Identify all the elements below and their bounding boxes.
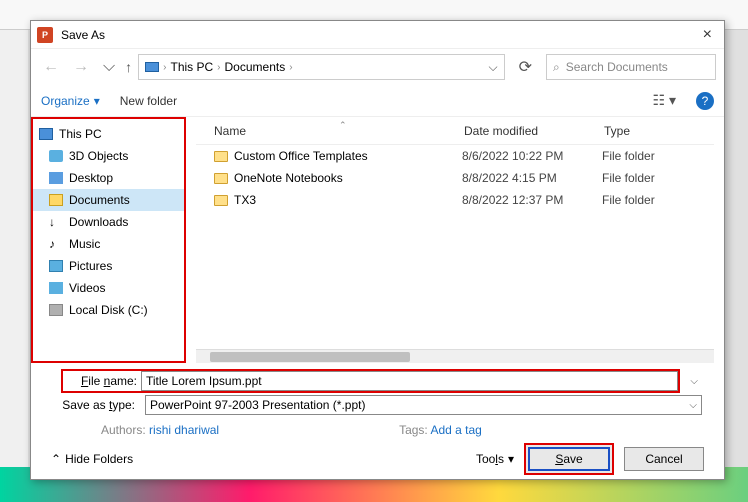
sidebar-item-label: Music [69,237,100,251]
address-bar[interactable]: › This PC › Documents › ⌵ [138,54,504,80]
authors-label: Authors: [101,423,146,437]
caret-down-icon: ⌵ [689,400,697,411]
sidebar-item-downloads[interactable]: ↓ Downloads [33,211,184,233]
cancel-button[interactable]: Cancel [624,447,704,471]
tags-label: Tags: [399,423,428,437]
footer: ⌃ Hide Folders Tools ▾ Save Cancel [31,439,724,479]
folder-icon [214,195,228,206]
file-name-input[interactable]: Title Lorem Ipsum.ppt [141,371,678,391]
organize-button[interactable]: Organize ▾ [41,94,100,108]
file-row[interactable]: TX38/8/2022 12:37 PMFile folder [196,189,714,211]
form-area: File name: Title Lorem Ipsum.ppt ⌵ Save … [31,363,724,439]
save-as-dialog: P Save As × ← → ⌵ ↑ › This PC › Document… [30,20,725,480]
titlebar: P Save As × [31,21,724,49]
sidebar-item-label: Pictures [69,259,112,273]
file-list: Name⌃ Date modified Type Custom Office T… [186,117,724,363]
nav-row: ← → ⌵ ↑ › This PC › Documents › ⌵ ⟳ ⌕ Se… [31,49,724,85]
authors-value[interactable]: rishi dhariwal [149,423,219,437]
folder-icon [214,173,228,184]
tools-button[interactable]: Tools ▾ [476,452,514,466]
file-row[interactable]: OneNote Notebooks8/8/2022 4:15 PMFile fo… [196,167,714,189]
file-name: Custom Office Templates [234,149,462,163]
sidebar-item-pictures[interactable]: Pictures [33,255,184,277]
file-row[interactable]: Custom Office Templates8/6/2022 10:22 PM… [196,145,714,167]
tags-value[interactable]: Add a tag [430,423,481,437]
column-headers: Name⌃ Date modified Type [196,117,714,145]
sidebar-item-label: Downloads [69,215,128,229]
refresh-button[interactable]: ⟳ [511,53,540,81]
sidebar-item-label: Local Disk (C:) [69,303,148,317]
col-type[interactable]: Type [604,124,714,138]
file-date: 8/6/2022 10:22 PM [462,149,602,163]
up-button[interactable]: ↑ [125,59,132,75]
sidebar-item-label: Desktop [69,171,113,185]
toolbar: Organize ▾ New folder ☷ ▾ ? [31,85,724,117]
new-folder-button[interactable]: New folder [120,94,177,108]
caret-down-icon: ▾ [508,452,514,466]
view-button[interactable]: ☷ ▾ [653,92,676,109]
close-icon[interactable]: × [697,26,718,44]
file-type: File folder [602,149,714,163]
chevron-right-icon[interactable]: › [163,62,166,73]
sidebar-item-3d-objects[interactable]: 3D Objects [33,145,184,167]
powerpoint-icon: P [37,27,53,43]
sidebar-item-desktop[interactable]: Desktop [33,167,184,189]
view-icon: ☷ [653,92,666,108]
save-as-type-select[interactable]: PowerPoint 97-2003 Presentation (*.ppt) … [145,395,702,415]
search-input[interactable]: ⌕ Search Documents [546,54,716,80]
sidebar-item-label: 3D Objects [69,149,128,163]
file-name-label: File name: [63,374,141,388]
sidebar-item-label: Videos [69,281,105,295]
folder-tree: This PC 3D Objects Desktop Documents ↓ Downlo… [31,117,186,363]
3d-icon [49,150,63,162]
breadcrumb-this-pc[interactable]: This PC [170,60,213,74]
sidebar-item-videos[interactable]: Videos [33,277,184,299]
sidebar-item-label: Documents [69,193,130,207]
breadcrumb-documents[interactable]: Documents [225,60,286,74]
hide-folders-button[interactable]: ⌃ Hide Folders [51,452,133,466]
sidebar-item-documents[interactable]: Documents [33,189,184,211]
pc-icon [39,128,53,140]
file-name: TX3 [234,193,462,207]
caret-down-icon: ▾ [94,94,100,108]
horizontal-scrollbar[interactable] [196,349,714,363]
sidebar-item-local-disk-c-[interactable]: Local Disk (C:) [33,299,184,321]
pc-icon [145,62,159,72]
file-name: OneNote Notebooks [234,171,462,185]
caret-down-icon: ▾ [669,92,676,108]
save-button[interactable]: Save [524,443,614,475]
music-icon: ♪ [49,237,63,251]
file-date: 8/8/2022 12:37 PM [462,193,602,207]
dialog-title: Save As [61,28,697,42]
search-placeholder: Search Documents [566,60,668,74]
address-drop-icon[interactable]: ⌵ [488,60,497,75]
search-icon: ⌕ [553,60,560,75]
col-date[interactable]: Date modified [464,124,604,138]
help-icon[interactable]: ? [696,92,714,110]
col-name[interactable]: Name⌃ [214,124,464,138]
sidebar-item-label: This PC [59,127,102,141]
file-type: File folder [602,193,714,207]
chevron-right-icon[interactable]: › [289,62,292,73]
combo-drop-icon[interactable]: ⌵ [686,376,702,387]
chevron-right-icon[interactable]: › [217,62,220,73]
vid-icon [49,282,63,294]
sort-caret-icon: ⌃ [339,120,347,131]
save-as-type-label: Save as type: [61,398,139,412]
desk-icon [49,172,63,184]
forward-button[interactable]: → [69,56,93,78]
down-icon: ↓ [49,215,63,229]
back-button[interactable]: ← [39,56,63,78]
file-date: 8/8/2022 4:15 PM [462,171,602,185]
doc-icon [49,194,63,206]
pic-icon [49,260,63,272]
folder-icon [214,151,228,162]
file-type: File folder [602,171,714,185]
disk-icon [49,304,63,316]
sidebar-item-music[interactable]: ♪ Music [33,233,184,255]
sidebar-item-this-pc[interactable]: This PC [33,123,184,145]
history-caret-icon[interactable]: ⌵ [99,56,119,78]
caret-up-icon: ⌃ [51,452,61,466]
